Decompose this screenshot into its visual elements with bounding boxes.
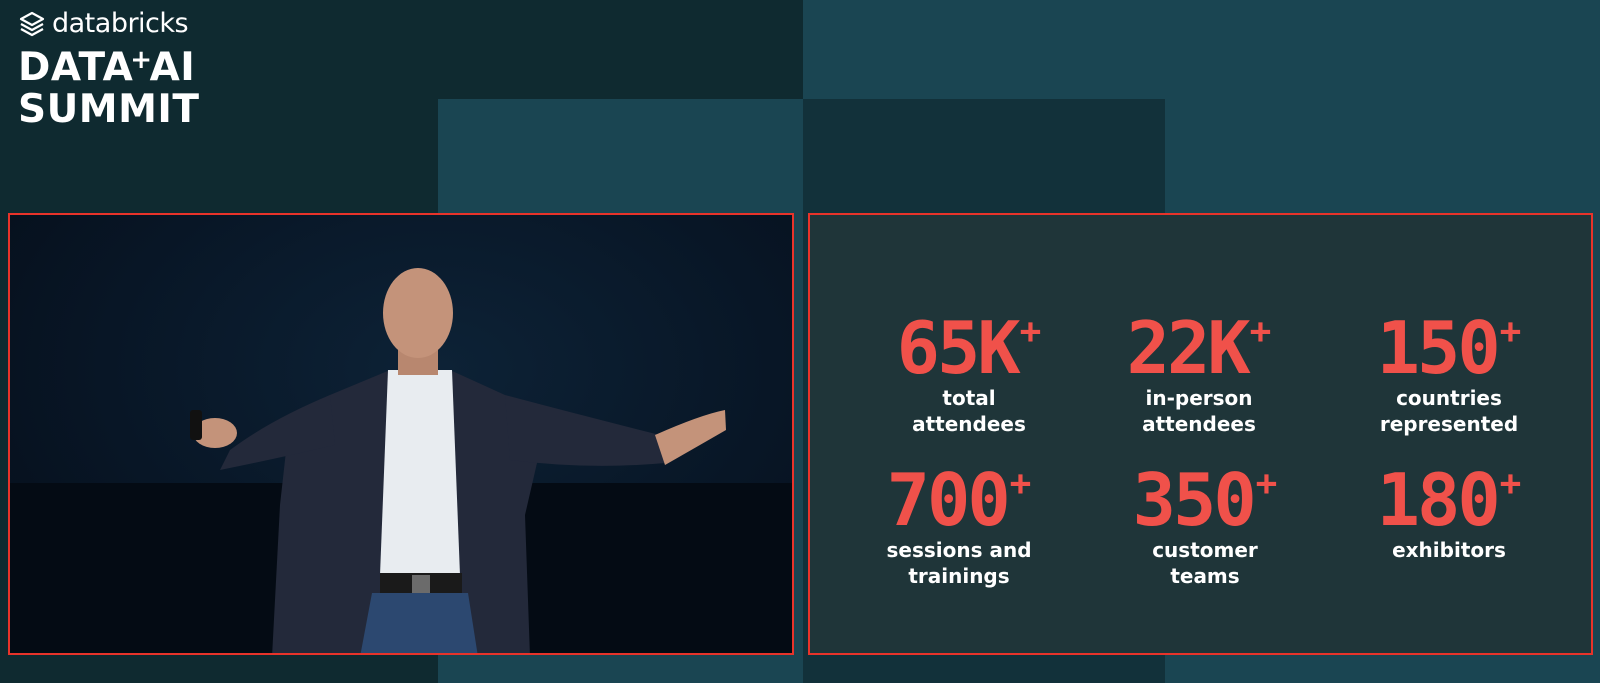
stat-value: 350+ xyxy=(1132,458,1278,542)
stat-label: customer teams xyxy=(1152,538,1258,588)
databricks-brand: databricks xyxy=(18,8,200,39)
stat-countries-represented: 150+ countries represented xyxy=(1334,295,1564,437)
logo-data-text: DATA xyxy=(18,45,134,90)
logo-line-summit: SUMMIT xyxy=(18,87,200,132)
stat-exhibitors: 180+ exhibitors xyxy=(1334,447,1564,563)
databricks-icon xyxy=(19,11,45,36)
stat-label: exhibitors xyxy=(1392,538,1506,562)
stat-sessions-and-trainings: 700+ sessions and trainings xyxy=(844,447,1074,589)
speaker-video-frame xyxy=(8,213,794,655)
brand-name: databricks xyxy=(52,8,189,39)
stat-label: countries represented xyxy=(1379,386,1519,436)
stat-customer-teams: 350+ customer teams xyxy=(1090,447,1320,589)
stat-in-person-attendees: 22K+ in-person attendees xyxy=(1084,295,1314,437)
stat-label: total attendees xyxy=(912,386,1026,436)
summit-logo: databricks DATA+AI SUMMIT xyxy=(18,8,200,131)
stat-label: sessions and trainings xyxy=(886,538,1032,588)
stat-value: 65K+ xyxy=(896,306,1042,390)
speaker-image xyxy=(190,268,726,653)
stat-value: 180+ xyxy=(1376,458,1522,542)
logo-line-data-ai: DATA+AI xyxy=(18,39,200,89)
stats-panel: 65K+ total attendees 22K+ in-person attend… xyxy=(808,213,1593,655)
stat-value: 150+ xyxy=(1376,306,1522,390)
stat-label: in-person attendees xyxy=(1142,386,1256,436)
stat-total-attendees: 65K+ total attendees xyxy=(854,295,1084,437)
logo-ai-text: AI xyxy=(149,45,196,90)
stat-value: 700+ xyxy=(886,458,1032,542)
stat-value: 22K+ xyxy=(1126,306,1272,390)
